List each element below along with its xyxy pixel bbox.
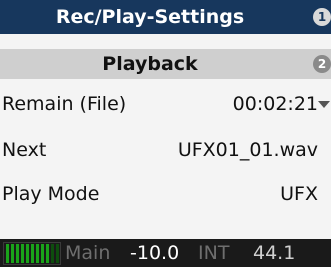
meter-segment [16,244,19,263]
settings-panel: Rec/Play-Settings 1 Playback 2 Remain (F… [0,0,331,267]
setting-row-play-mode[interactable]: Play Mode UFX [0,177,318,211]
setting-row-next[interactable]: Next UFX01_01.wav [0,133,318,167]
status-clock: INT [198,242,230,264]
meter-segment [41,244,44,263]
setting-label: Play Mode [2,183,100,205]
page-badge-1[interactable]: 1 [313,8,331,26]
meter-segment [26,244,29,263]
meter-segment [36,244,39,263]
status-bar: Main -10.0 INT 44.1 [0,239,331,267]
status-level: -10.0 [130,242,180,264]
meter-segment [56,244,59,263]
meter-segment [51,244,54,263]
meter-segment [11,244,14,263]
meter-segment [21,244,24,263]
setting-value: 00:02:21 [232,93,318,115]
meter-segment [31,244,34,263]
status-mix: Main [65,242,111,264]
meter-segment [46,244,49,263]
setting-label: Remain (File) [2,93,127,115]
setting-label: Next [2,139,47,161]
level-meter [6,244,59,263]
section-title: Playback [102,53,198,75]
page-badge-2[interactable]: 2 [313,55,331,73]
status-sample-rate: 44.1 [253,242,296,264]
setting-row-remain[interactable]: Remain (File) 00:02:21 [0,87,318,121]
section-header: Playback 2 [0,49,331,79]
setting-value: UFX [280,183,318,205]
meter-segment [6,244,9,263]
setting-value: UFX01_01.wav [177,139,318,161]
chevron-down-icon[interactable] [318,101,330,108]
title-bar: Rec/Play-Settings 1 [0,0,331,34]
window-title: Rec/Play-Settings [55,6,245,28]
